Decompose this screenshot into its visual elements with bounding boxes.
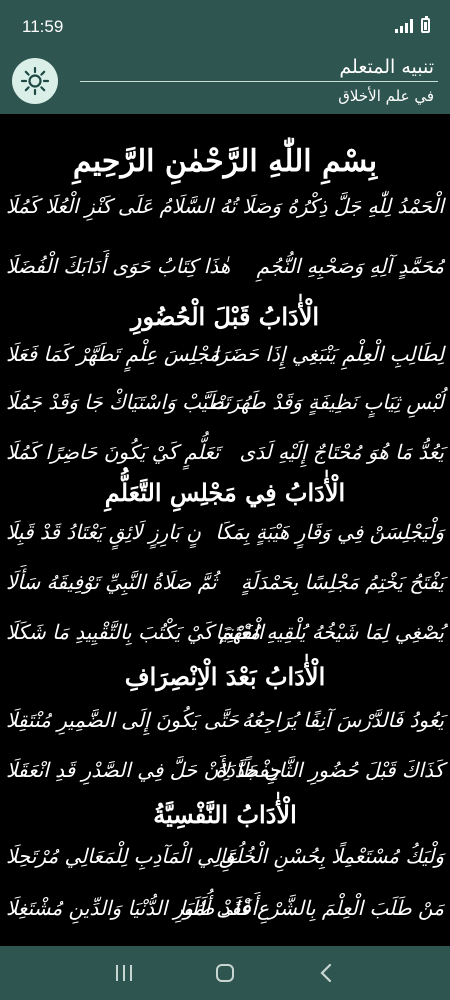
verse-first-hemistich: الْحَمْدُ لِلّٰهِ جَلَّ ذِكْرُهُ وَصَلَا xyxy=(242,194,444,218)
section-heading: الْأٰدَابُ النَّفْسِيَّةُ xyxy=(153,800,297,829)
title-divider xyxy=(80,81,438,82)
verse-second-hemistich: تُهُ السَّلَامُ عَلَى كَنْزِ الْعُلَا كَ… xyxy=(6,194,236,218)
verse-row: مُحَمَّدٍ آلِهِ وَصَحْبِهِ النُّجُمِ هٰذ… xyxy=(6,254,444,294)
verse-row: يُصْغِي لِمَا شَيْخُهُ يُلْقِيهِ مُعْتَن… xyxy=(6,620,444,660)
basmala: بِسْمِ اللّٰهِ الرَّحْمٰنِ الرَّحِيمِ xyxy=(72,144,378,179)
poem-content[interactable]: بِسْمِ اللّٰهِ الرَّحْمٰنِ الرَّحِيمِ ال… xyxy=(0,114,450,946)
verse-row: الْحَمْدُ لِلّٰهِ جَلَّ ذِكْرُهُ وَصَلَا… xyxy=(6,194,444,234)
back-button[interactable] xyxy=(306,958,346,988)
status-time: 11:59 xyxy=(22,17,64,36)
verse-row: كَذَاكَ قَبْلَ حُضُورِ الثَّانِ جَدَّدَه… xyxy=(6,758,444,798)
verse-row: لُبْسِ ثِيَابٍ نَظِيفَةٍ وَقَدْ طَهُرَتْ… xyxy=(6,390,444,430)
verse-first-hemistich: لُبْسِ ثِيَابٍ نَظِيفَةٍ وَقَدْ طَهُرَتْ xyxy=(210,390,444,414)
verse-second-hemistich: نٍ بَارِزٍ لَائِقٍ يَعْتَادُ قَدْ قَبِلَ… xyxy=(6,520,201,544)
verse-row: يَعُدُّ مَا هُوَ مُحْتَاجٌ إِلَيْهِ لَدَ… xyxy=(6,440,444,480)
verse-row: يَفْتَحُ يَخْتِمُ مَجْلِسًا بِحَمْدَلَةٍ… xyxy=(6,570,444,610)
app-title: تنبيه المتعلم xyxy=(339,56,434,78)
theme-toggle-button[interactable] xyxy=(12,58,58,104)
home-button[interactable] xyxy=(205,958,245,988)
verse-first-hemistich: يَفْتَحُ يَخْتِمُ مَجْلِسًا بِحَمْدَلَةٍ xyxy=(240,570,444,594)
verse-second-hemistich: حِفْظًا لِأَنْ حَلَّ فِي الصَّدْرِ قَدِ … xyxy=(6,758,281,782)
verse-row: وَلْيَكُ مُسْتَعْمِلًا بِحُسْنِ الْخُلُق… xyxy=(6,844,444,884)
system-nav-bar xyxy=(0,946,450,1000)
recents-button[interactable] xyxy=(104,958,144,988)
section-heading: الْأٰدَابُ فِي مَجْلِسِ التَّعَلُّمِ xyxy=(104,478,346,507)
verse-second-hemistich: حَتَّى يَكُونَ إِلَى الضَّمِيرِ مُنْتَقِ… xyxy=(6,708,239,732)
verse-first-hemistich: لِطَالِبِ الْعِلْمِ يَنْبَغِي إِذَا حَضَ… xyxy=(212,342,444,366)
verse-second-hemistich: ثُمَّ صَلَاةُ النَّبِيِّ تَوْفِيقَهُ سَأ… xyxy=(6,570,217,594)
signal-icon xyxy=(395,19,413,33)
verse-second-hemistich: أَعْلَى أُمُورِ الدُّنْيَا وَالدِّينِ مُ… xyxy=(6,896,258,920)
system-icons xyxy=(395,16,430,33)
verse-second-hemistich: تَعَلُّمٍ كَيْ يَكُونَ حَاضِرًا كَمُلَا xyxy=(6,440,220,464)
section-heading: الْأٰدَابُ بَعْدَ الْاِنْصِرَافِ xyxy=(124,662,326,691)
verse-second-hemistich: عَالِي الْمَآدِبِ لِلْمَعَالِي مُرْتَحِل… xyxy=(6,844,238,868)
sun-icon xyxy=(20,66,50,96)
verse-second-hemistich: هٰذَا كِتَابُ حَوَى أَدَابَكَ الْفُضَلَا xyxy=(6,254,231,278)
section-heading: الْأٰدَابُ قَبْلَ الْحُضُورِ xyxy=(130,302,320,331)
recents-icon xyxy=(116,965,132,981)
verse-second-hemistich: الْفَهْمَ كَيْ يَكْتُبَ بِالتَّقْيِيدِ م… xyxy=(6,620,264,644)
status-bar: 11:59 xyxy=(0,0,450,56)
verse-second-hemistich: مَجْلِسَ عِلْمٍ تَطَهَّرْ كَمَا فَعَلَا xyxy=(6,342,220,366)
verse-row: مَنْ طَلَبَ الْعِلْمَ بِالشَّرْعِ فَقَدْ… xyxy=(6,896,444,936)
verse-second-hemistich: تَطَيَّبْ وَاسْتَيَاكْ جَا وَقَدْ جَمُلَ… xyxy=(6,390,230,414)
verse-first-hemistich: يَعُودُ فَالدَّرْسَ آنِفًا يُرَاجِعُهُ xyxy=(241,708,444,732)
back-icon xyxy=(320,963,332,983)
home-icon xyxy=(216,964,234,982)
verse-row: لِطَالِبِ الْعِلْمِ يَنْبَغِي إِذَا حَضَ… xyxy=(6,342,444,382)
app-subtitle: في علم الأخلاق xyxy=(338,87,434,105)
verse-first-hemistich: وَلْيَكُ مُسْتَعْمِلًا بِحُسْنِ الْخُلُق… xyxy=(219,844,444,868)
verse-first-hemistich: يَعُدُّ مَا هُوَ مُحْتَاجٌ إِلَيْهِ لَدَ… xyxy=(239,440,444,464)
app-bar: تنبيه المتعلم في علم الأخلاق xyxy=(0,56,450,114)
battery-icon xyxy=(421,16,430,33)
verse-first-hemistich: وَلْيَجْلِسَنْ فِي وَقَارٍ هَيْبَةٍ بِمَ… xyxy=(215,520,444,544)
verse-row: يَعُودُ فَالدَّرْسَ آنِفًا يُرَاجِعُهُ ح… xyxy=(6,708,444,748)
verse-row: وَلْيَجْلِسَنْ فِي وَقَارٍ هَيْبَةٍ بِمَ… xyxy=(6,520,444,560)
verse-first-hemistich: مُحَمَّدٍ آلِهِ وَصَحْبِهِ النُّجُمِ xyxy=(256,254,444,278)
